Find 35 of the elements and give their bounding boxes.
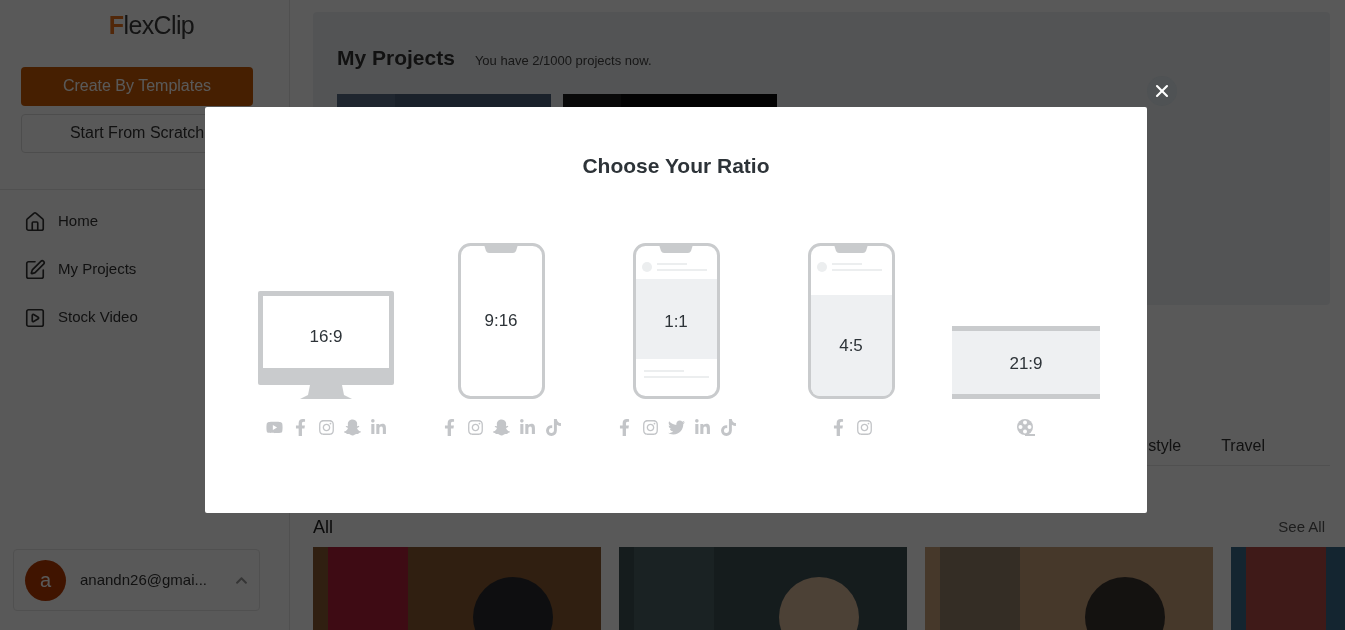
youtube-icon: [265, 419, 283, 436]
ratio-option[interactable]: 16:9: [258, 290, 394, 399]
edit-icon: [24, 258, 46, 281]
create-by-templates-button[interactable]: Create By Templates: [21, 66, 253, 106]
snapchat-icon: [343, 419, 361, 436]
linkedin-icon: [518, 419, 536, 436]
ratio-option[interactable]: 4:5: [807, 242, 895, 399]
tiktok-icon: [544, 419, 562, 436]
tiktok-icon: [719, 419, 737, 436]
avatar: a: [25, 559, 66, 601]
projects-count: You have 2/1000 projects now.: [474, 52, 652, 70]
twitter-icon: [667, 419, 685, 436]
ratio-option[interactable]: 1:1: [632, 242, 720, 399]
user-email: anandn26@gmai...: [80, 569, 208, 590]
instagram-icon: [466, 419, 484, 436]
linkedin-icon: [369, 419, 387, 436]
projects-title: My Projects: [337, 45, 455, 71]
user-card[interactable]: a anandn26@gmai...: [13, 549, 260, 611]
ratio-option[interactable]: 21:9: [952, 325, 1100, 399]
film-reel-icon: [1016, 417, 1036, 438]
play-icon: [24, 306, 46, 329]
nav-item[interactable]: Home: [0, 197, 289, 246]
home-icon: [24, 210, 46, 233]
instagram-icon: [855, 419, 873, 436]
snapchat-icon: [492, 419, 510, 436]
linkedin-icon: [693, 419, 711, 436]
section-title: All: [313, 515, 333, 539]
ratio-option[interactable]: 9:16: [457, 242, 545, 399]
category-tab[interactable]: style: [1148, 433, 1182, 458]
logo[interactable]: FlexClip: [94, 7, 195, 45]
instagram-icon: [317, 419, 335, 436]
dialog-title: Choose Your Ratio: [582, 153, 770, 179]
category-tab[interactable]: Travel: [1221, 433, 1265, 458]
see-all-link[interactable]: See All: [1278, 515, 1330, 539]
instagram-icon: [641, 419, 659, 436]
